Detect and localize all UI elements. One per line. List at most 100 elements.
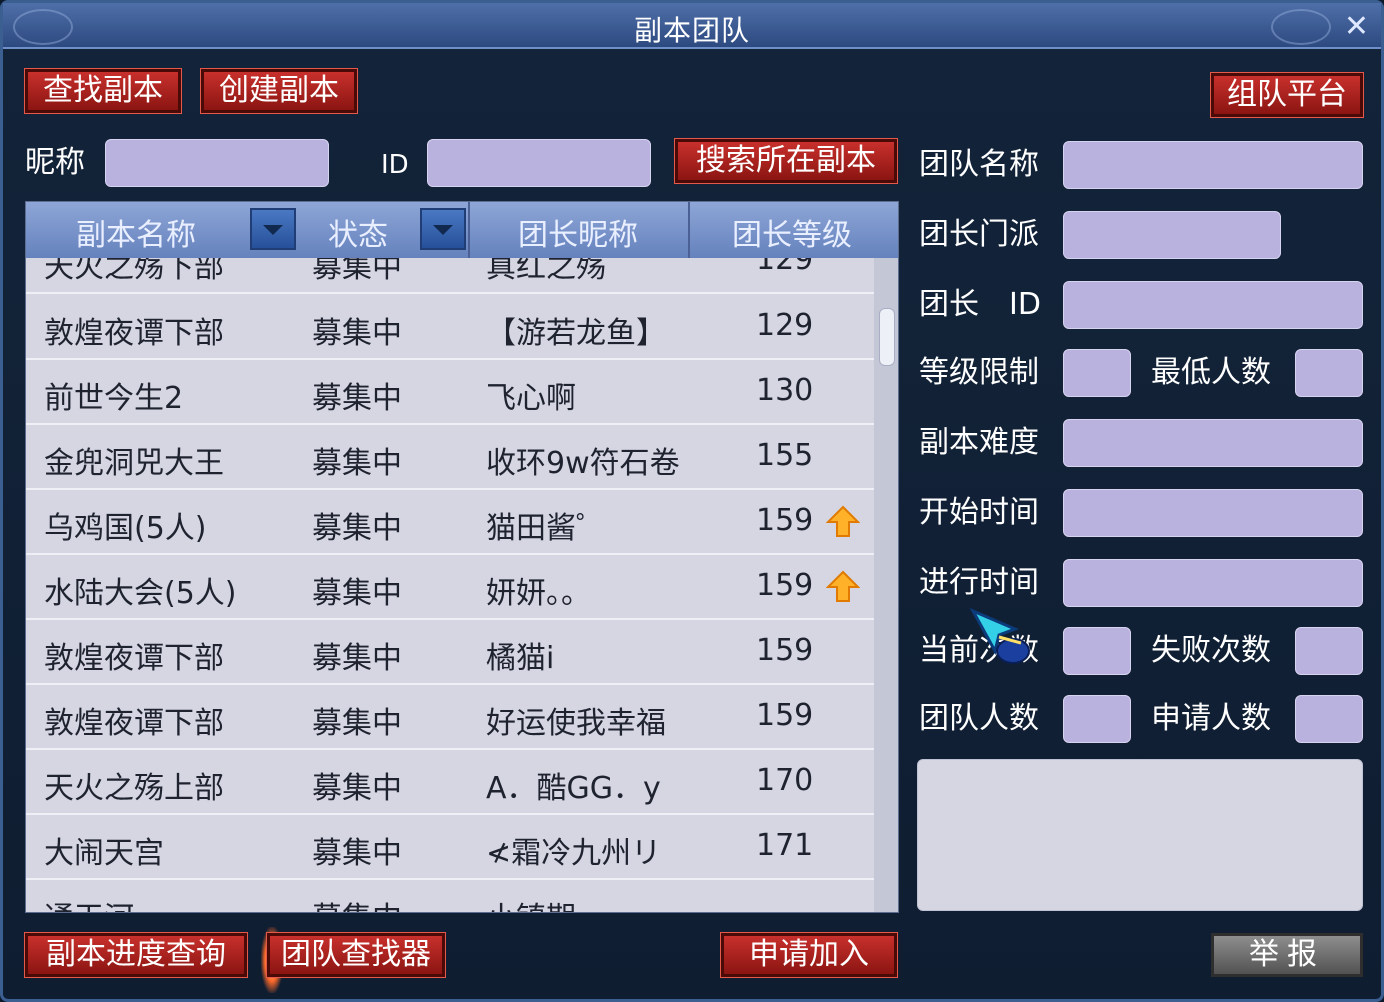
table-row[interactable]: 敦煌夜谭下部 募集中 橘猫i 159 xyxy=(26,621,874,685)
table-row[interactable]: 乌鸡国(5人) 募集中 猫田酱゜ 159 xyxy=(26,491,874,555)
cell-dungeon-name: 天火之殇上部 xyxy=(44,771,224,806)
cell-dungeon-name: 敦煌夜谭下部 xyxy=(44,316,224,351)
close-icon[interactable]: ✕ xyxy=(1344,9,1369,44)
current-count-field xyxy=(1063,627,1131,675)
cell-leader-nickname: 【游若龙鱼】 xyxy=(486,316,666,351)
description-box xyxy=(917,759,1363,911)
table-row[interactable]: 天火之殇上部 募集中 A．酷GG．y 170 xyxy=(26,751,874,815)
cell-dungeon-name: 通天河 xyxy=(44,893,134,912)
cell-leader-nickname: A．酷GG．y xyxy=(486,771,661,806)
table-body: 天火之殇下部 募集中 真红之殇 129 敦煌夜谭下部 募集中 【游若龙鱼】 12… xyxy=(26,258,874,912)
cell-status: 募集中 xyxy=(312,836,402,871)
cell-leader-level: 159 xyxy=(756,503,814,538)
column-header-status: 状态 xyxy=(328,218,388,253)
applicants-field xyxy=(1295,695,1363,743)
dungeon-progress-query-button[interactable]: 副本进度查询 xyxy=(24,932,248,978)
fail-count-field xyxy=(1295,627,1363,675)
id-label: ID xyxy=(381,150,409,180)
table-row[interactable]: 金兜洞兕大王 募集中 收环9w符石卷 155 xyxy=(26,426,874,490)
cell-dungeon-name: 乌鸡国(5人) xyxy=(44,511,207,546)
cell-leader-level: 170 xyxy=(756,763,814,798)
cursor-icon xyxy=(969,607,1030,664)
table-scrollbar[interactable] xyxy=(874,258,898,912)
table-row[interactable]: 前世今生2 募集中 飞心啊 130 xyxy=(26,361,874,425)
cell-leader-level: 129 xyxy=(756,308,814,343)
nickname-label: 昵称 xyxy=(25,145,85,180)
min-members-label: 最低人数 xyxy=(1151,355,1271,390)
leader-school-field xyxy=(1063,211,1281,259)
title-bar: 副本团队 ✕ xyxy=(3,3,1381,49)
fail-count-label: 失败次数 xyxy=(1151,633,1271,668)
cell-status: 募集中 xyxy=(312,258,402,285)
team-finder-button[interactable]: 团队查找器 xyxy=(266,932,446,978)
cell-dungeon-name: 金兜洞兕大王 xyxy=(44,446,224,481)
cell-leader-nickname: ≮霜冷九州リ xyxy=(486,836,662,871)
start-time-label: 开始时间 xyxy=(919,495,1039,530)
table-row[interactable]: 敦煌夜谭下部 募集中 【游若龙鱼】 129 xyxy=(26,296,874,360)
cell-status: 募集中 xyxy=(312,511,402,546)
cell-leader-level: 155 xyxy=(756,438,814,473)
cell-dungeon-name: 前世今生2 xyxy=(44,381,184,416)
search-dungeon-button[interactable]: 搜索所在副本 xyxy=(674,138,898,184)
window-title: 副本团队 xyxy=(633,14,750,47)
cell-leader-nickname: 橘猫i xyxy=(486,641,555,676)
cell-status: 募集中 xyxy=(312,706,402,741)
cell-status: 募集中 xyxy=(312,316,402,351)
cell-leader-nickname: 猫田酱゜ xyxy=(486,511,606,546)
difficulty-label: 副本难度 xyxy=(919,425,1039,460)
cell-status: 募集中 xyxy=(312,893,402,912)
cell-status: 募集中 xyxy=(312,771,402,806)
elapsed-time-label: 进行时间 xyxy=(919,565,1039,600)
column-header-leader-level: 团长等级 xyxy=(732,218,852,253)
team-members-label: 团队人数 xyxy=(919,701,1039,736)
cell-leader-level: 159 xyxy=(756,633,814,668)
table-header: 副本名称 状态 团长昵称 团长等级 xyxy=(26,202,898,258)
team-name-field xyxy=(1063,141,1363,189)
cell-leader-nickname: 好运使我幸福 xyxy=(486,706,666,741)
table-row[interactable]: 水陆大会(5人) 募集中 妍妍。。 159 xyxy=(26,556,874,620)
difficulty-field xyxy=(1063,419,1363,467)
start-time-field xyxy=(1063,489,1363,537)
level-limit-label: 等级限制 xyxy=(919,355,1039,390)
cell-leader-nickname: 飞心啊 xyxy=(486,381,576,416)
cell-dungeon-name: 大闹天宫 xyxy=(44,836,164,871)
cell-leader-level: 159 xyxy=(756,698,814,733)
cell-leader-nickname: 收环9w符石卷 xyxy=(486,446,680,481)
team-members-field xyxy=(1063,695,1131,743)
nickname-input[interactable] xyxy=(105,139,329,187)
id-input[interactable] xyxy=(427,139,651,187)
table-row[interactable]: 敦煌夜谭下部 募集中 好运使我幸福 159 xyxy=(26,686,874,750)
header-divider xyxy=(688,202,690,258)
cell-leader-level: 159 xyxy=(756,568,814,603)
cell-leader-nickname: 小镇期 xyxy=(486,893,576,912)
tab-create-dungeon[interactable]: 创建副本 xyxy=(200,68,358,114)
scrollbar-thumb[interactable] xyxy=(879,308,895,366)
table-row[interactable]: 天火之殇下部 募集中 真红之殇 129 xyxy=(26,258,874,294)
leader-id-field xyxy=(1063,281,1363,329)
leader-school-label: 团长门派 xyxy=(919,217,1039,252)
leader-id-label: 团长 ID xyxy=(919,287,1041,322)
cell-status: 募集中 xyxy=(312,381,402,416)
table-row[interactable]: 通天河 募集中 小镇期 xyxy=(26,881,874,912)
cell-leader-level: 171 xyxy=(756,828,814,863)
team-platform-button[interactable]: 组队平台 xyxy=(1210,72,1364,118)
min-members-field xyxy=(1295,349,1363,397)
up-arrow-icon xyxy=(826,570,860,602)
column-header-dungeon-name: 副本名称 xyxy=(76,218,196,253)
cell-leader-nickname: 妍妍。。 xyxy=(486,576,591,611)
elapsed-time-field xyxy=(1063,559,1363,607)
team-name-label: 团队名称 xyxy=(919,147,1039,182)
cell-dungeon-name: 水陆大会(5人) xyxy=(44,576,237,611)
tab-find-dungeon[interactable]: 查找副本 xyxy=(24,68,182,114)
apply-join-button[interactable]: 申请加入 xyxy=(720,932,898,978)
report-button[interactable]: 举报 xyxy=(1211,933,1363,977)
level-limit-field xyxy=(1063,349,1131,397)
cell-leader-nickname: 真红之殇 xyxy=(486,258,606,285)
status-dropdown-icon[interactable] xyxy=(420,208,466,250)
up-arrow-icon xyxy=(826,505,860,537)
cell-status: 募集中 xyxy=(312,641,402,676)
column-header-leader-nickname: 团长昵称 xyxy=(518,218,638,253)
cell-leader-level: 130 xyxy=(756,373,814,408)
dungeon-name-dropdown-icon[interactable] xyxy=(250,208,296,250)
table-row[interactable]: 大闹天宫 募集中 ≮霜冷九州リ 171 xyxy=(26,816,874,880)
